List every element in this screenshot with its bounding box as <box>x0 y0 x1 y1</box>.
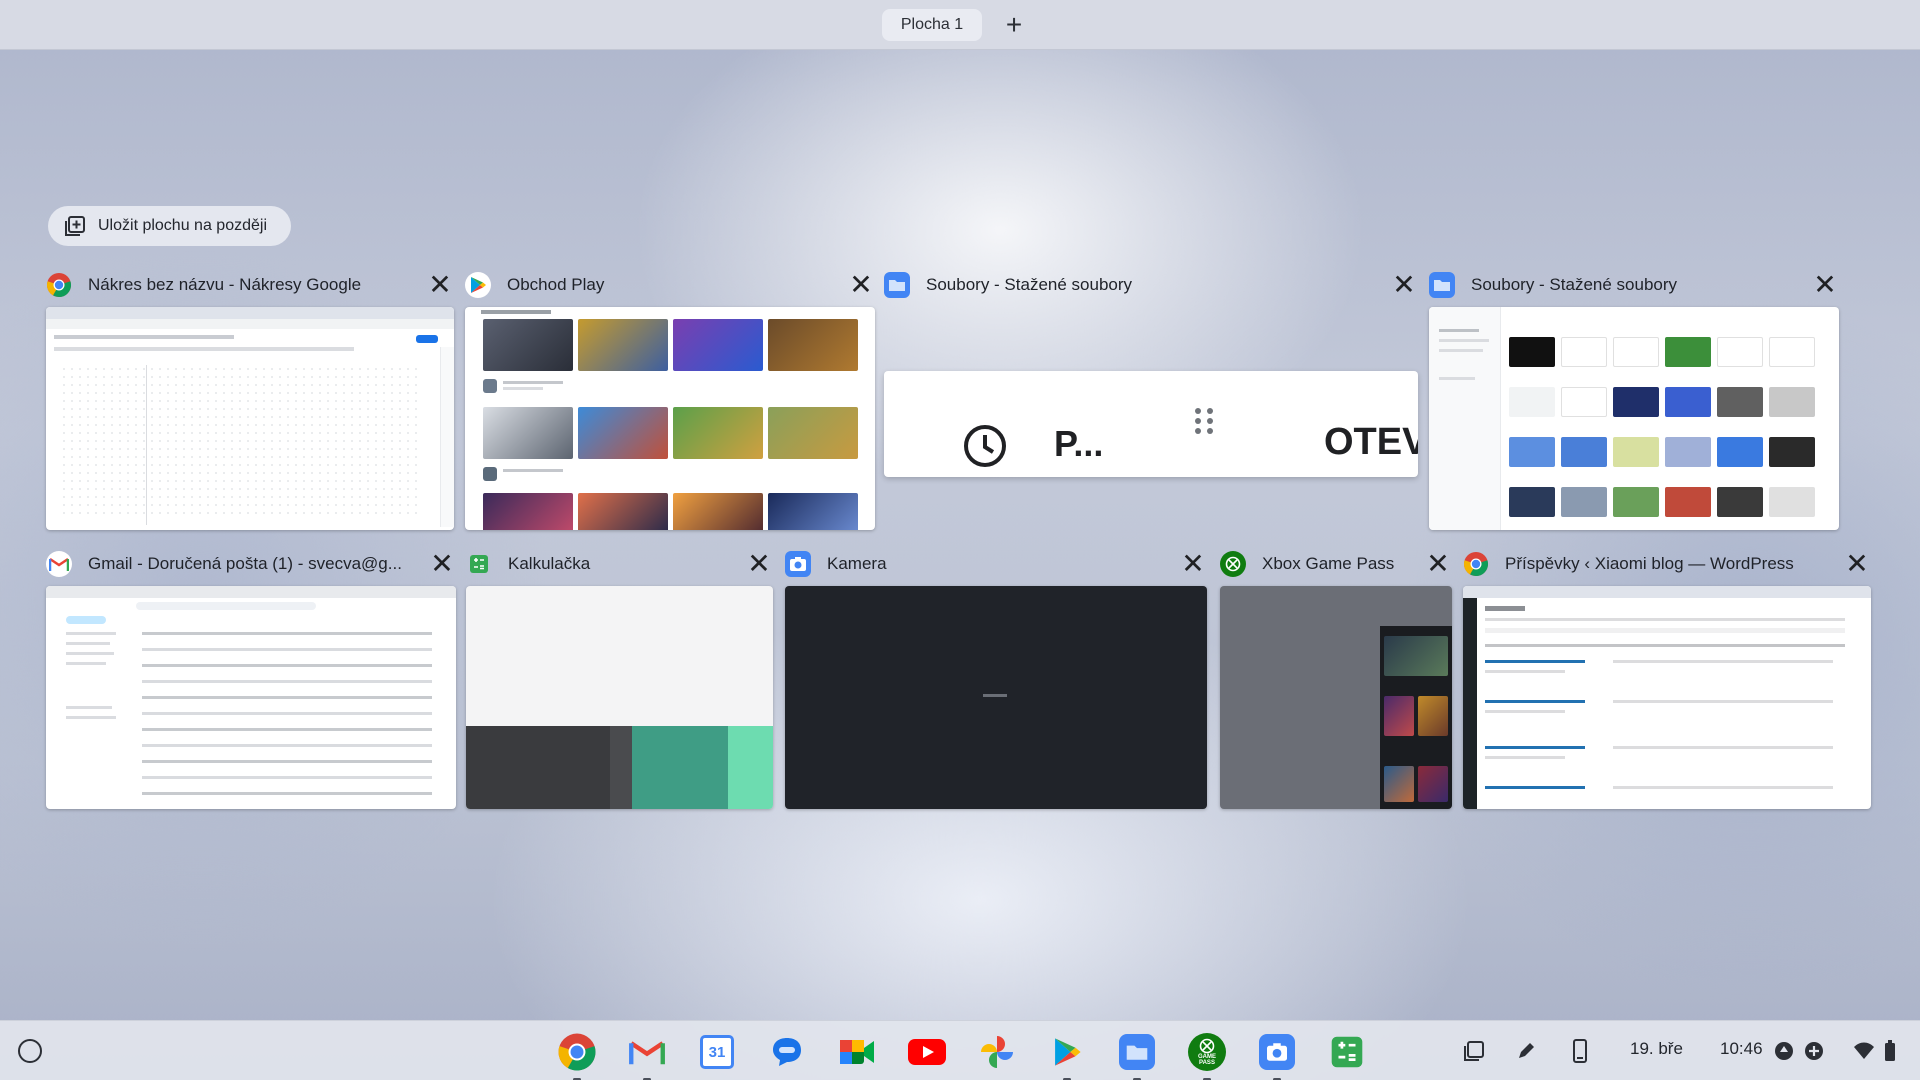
chrome-icon <box>1463 551 1489 577</box>
close-icon[interactable]: ✕ <box>428 550 456 578</box>
calendar-day: 31 <box>708 1043 726 1061</box>
close-icon[interactable]: ✕ <box>1390 271 1418 299</box>
shelf-app-calendar[interactable]: 31 <box>696 1031 738 1073</box>
meet-icon <box>840 1040 874 1064</box>
add-circle-icon[interactable] <box>1800 1037 1828 1065</box>
desks-icon[interactable] <box>1460 1037 1488 1065</box>
window-title: Kalkulačka <box>508 554 591 573</box>
photos-icon <box>981 1036 1013 1068</box>
calculator-icon <box>466 551 492 577</box>
window-title: Nákres bez názvu - Nákresy Google <box>88 275 362 294</box>
files-icon <box>884 272 910 298</box>
clock-icon <box>964 425 1006 467</box>
window-thumbnail <box>1220 586 1452 809</box>
window-title: Kamera <box>827 554 887 573</box>
gmail-icon <box>46 551 72 577</box>
time-label[interactable]: 10:46 <box>1720 1039 1763 1059</box>
shelf-app-play-store[interactable] <box>1046 1031 1088 1080</box>
battery-icon[interactable] <box>1876 1037 1904 1065</box>
popup-item-label: P... <box>1054 423 1104 464</box>
play-store-icon <box>465 272 491 298</box>
wifi-icon[interactable] <box>1850 1037 1878 1065</box>
save-desk-button[interactable]: Uložit plochu na později <box>48 206 291 246</box>
window-title: Příspěvky ‹ Xiaomi blog — WordPress <box>1505 554 1794 573</box>
close-icon[interactable]: ✕ <box>847 271 875 299</box>
window-preview-drawings[interactable]: Nákres bez názvu - Nákresy Google ✕ <box>46 267 454 530</box>
date-label[interactable]: 19. bře <box>1630 1039 1683 1059</box>
window-thumbnail <box>465 307 875 530</box>
window-preview-camera[interactable]: Kamera ✕ <box>785 546 1207 809</box>
messages-icon <box>773 1038 801 1066</box>
phone-hub-icon[interactable] <box>1566 1037 1594 1065</box>
shelf-app-camera[interactable] <box>1256 1031 1298 1080</box>
add-desk-button[interactable]: + <box>998 9 1030 41</box>
files-icon <box>1119 1034 1155 1070</box>
window-thumbnail <box>785 586 1207 809</box>
files-popup: P... OTEV <box>884 371 1418 477</box>
window-title: Soubory - Stažené soubory <box>926 275 1133 294</box>
gamepass-label: GAME PASS <box>1198 1054 1216 1066</box>
desk-name: Plocha 1 <box>900 16 964 33</box>
plus-icon: + <box>1005 9 1023 40</box>
window-thumbnail <box>46 307 454 530</box>
window-thumbnail <box>46 586 456 809</box>
shelf-app-files[interactable] <box>1116 1031 1158 1080</box>
shelf-app-youtube[interactable] <box>906 1031 948 1073</box>
window-preview-xbox[interactable]: Xbox Game Pass ✕ <box>1220 546 1452 809</box>
shelf-app-calculator[interactable] <box>1326 1031 1368 1073</box>
play-store-icon <box>1055 1038 1081 1066</box>
launcher-button[interactable] <box>18 1039 42 1063</box>
window-preview-gmail[interactable]: Gmail - Doručená pošta (1) - svecva@g...… <box>46 546 456 809</box>
shelf: 31 GAME PASS 19. bře 10:46 <box>0 1020 1920 1080</box>
close-icon[interactable]: ✕ <box>426 271 454 299</box>
shelf-app-messages[interactable] <box>766 1031 808 1073</box>
window-preview-play-store[interactable]: Obchod Play ✕ <box>465 267 875 530</box>
save-desk-label: Uložit plochu na později <box>98 217 267 234</box>
shelf-app-meet[interactable] <box>836 1031 878 1073</box>
chrome-icon <box>558 1033 596 1071</box>
close-icon[interactable]: ✕ <box>1843 550 1871 578</box>
shelf-app-xbox-game-pass[interactable]: GAME PASS <box>1186 1031 1228 1080</box>
save-desk-icon <box>65 216 85 236</box>
pen-icon[interactable] <box>1512 1037 1540 1065</box>
window-preview-calculator[interactable]: Kalkulačka ✕ <box>466 546 773 809</box>
popup-open-action[interactable]: OTEV <box>1324 421 1418 464</box>
window-preview-wordpress[interactable]: Příspěvky ‹ Xiaomi blog — WordPress ✕ <box>1463 546 1871 809</box>
close-icon[interactable]: ✕ <box>1179 550 1207 578</box>
window-preview-files-1[interactable]: Soubory - Stažené soubory ✕ P... OTEV <box>884 267 1418 530</box>
chrome-icon <box>46 272 72 298</box>
shelf-app-gmail[interactable] <box>626 1031 668 1080</box>
window-title: Gmail - Doručená pošta (1) - svecva@g... <box>88 554 402 573</box>
window-thumbnail <box>1463 586 1871 809</box>
files-icon <box>1429 272 1455 298</box>
desk-chip[interactable]: Plocha 1 <box>882 9 982 41</box>
window-title: Xbox Game Pass <box>1262 554 1395 573</box>
camera-icon <box>1259 1034 1295 1070</box>
calculator-icon <box>1331 1036 1363 1068</box>
window-thumbnail <box>1429 307 1839 530</box>
shelf-app-photos[interactable] <box>976 1031 1018 1073</box>
window-title: Soubory - Stažené soubory <box>1471 275 1678 294</box>
camera-icon <box>785 551 811 577</box>
window-thumbnail <box>466 586 773 809</box>
drag-handle-icon[interactable] <box>1192 407 1216 443</box>
shelf-app-chrome[interactable] <box>556 1031 598 1080</box>
close-icon[interactable]: ✕ <box>745 550 773 578</box>
notification-icon[interactable] <box>1770 1037 1798 1065</box>
window-title: Obchod Play <box>507 275 605 294</box>
xbox-icon: GAME PASS <box>1188 1033 1226 1071</box>
calendar-icon: 31 <box>700 1035 734 1069</box>
desks-bar: Plocha 1 + <box>0 0 1920 50</box>
xbox-icon <box>1220 551 1246 577</box>
youtube-icon <box>908 1039 946 1065</box>
close-icon[interactable]: ✕ <box>1424 550 1452 578</box>
close-icon[interactable]: ✕ <box>1811 271 1839 299</box>
gmail-icon <box>629 1041 665 1065</box>
window-preview-files-2[interactable]: Soubory - Stažené soubory ✕ <box>1429 267 1839 530</box>
